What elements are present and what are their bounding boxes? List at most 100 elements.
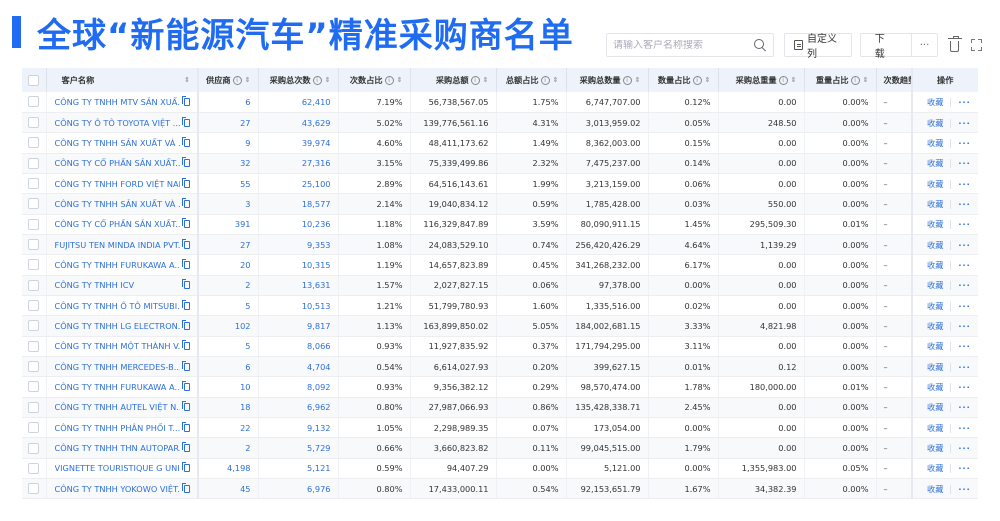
copy-icon[interactable]: [182, 177, 190, 188]
table-row[interactable]: CÔNG TY TNHH PHÂN PHỐI T... 22 9,132 1.05% 2…: [22, 417, 978, 439]
suppliers-cell[interactable]: 5: [198, 295, 259, 317]
total-times-cell[interactable]: 9,353: [258, 234, 339, 256]
more-actions-icon[interactable]: ···: [958, 219, 970, 229]
suppliers-cell[interactable]: 22: [198, 417, 259, 439]
row-checkbox[interactable]: [28, 361, 40, 373]
favorite-link[interactable]: 收藏: [927, 158, 943, 168]
favorite-link[interactable]: 收藏: [927, 199, 943, 209]
row-checkbox[interactable]: [28, 178, 40, 190]
customer-name-link[interactable]: CÔNG TY TNHH LG ELECTRON...: [55, 321, 181, 331]
total-times-cell[interactable]: 25,100: [258, 173, 339, 195]
more-actions-icon[interactable]: ···: [958, 443, 970, 453]
customer-name-link[interactable]: CÔNG TY TNHH SẢN XUẤT VÀ ...: [55, 199, 181, 209]
favorite-link[interactable]: 收藏: [927, 402, 943, 412]
sort-icon[interactable]: ⇕: [483, 77, 489, 84]
info-icon[interactable]: i: [778, 76, 788, 85]
column-header-weight-ratio[interactable]: 重量占比 i ⇕: [804, 68, 877, 92]
total-times-cell[interactable]: 62,410: [258, 92, 339, 113]
total-times-cell[interactable]: 10,236: [258, 214, 339, 235]
row-checkbox[interactable]: [28, 259, 40, 271]
table-row[interactable]: VIGNETTE TOURISTIQUE G UNI... 4,198 5,121 0…: [22, 458, 978, 480]
favorite-link[interactable]: 收藏: [927, 240, 943, 250]
copy-icon[interactable]: [182, 116, 190, 127]
column-header-suppliers[interactable]: 供应商 i ⇕: [198, 68, 259, 92]
table-row[interactable]: CÔNG TY TNHH Ô TÔ MITSUBI... 5 10,513 1.21%…: [22, 295, 978, 317]
total-times-cell[interactable]: 6,976: [258, 478, 339, 500]
select-all-checkbox[interactable]: [28, 74, 40, 86]
row-checkbox[interactable]: [28, 157, 40, 169]
custom-columns-button[interactable]: 自定义列: [783, 33, 852, 60]
more-actions-icon[interactable]: ···: [958, 463, 970, 473]
suppliers-cell[interactable]: 6: [198, 356, 259, 378]
more-actions-icon[interactable]: ···: [958, 402, 970, 412]
total-times-cell[interactable]: 6,962: [258, 397, 339, 419]
sort-icon[interactable]: ⇕: [553, 77, 559, 84]
copy-icon[interactable]: [182, 136, 190, 147]
column-header-total-times[interactable]: 采购总次数 i ⇕: [258, 68, 339, 92]
suppliers-cell[interactable]: 4,198: [198, 458, 259, 480]
table-row[interactable]: CÔNG TY TNHH MỘT THÀNH V... 5 8,066 0.93% 11…: [22, 336, 978, 357]
table-row[interactable]: CÔNG TY TNHH SẢN XUẤT VÀ ... 9 39,974 4.60%…: [22, 132, 978, 154]
table-row[interactable]: CÔNG TY TNHH MERCEDES-B... 6 4,704 0.54% 6,6…: [22, 356, 978, 378]
more-actions-icon[interactable]: ···: [958, 179, 970, 189]
customer-name-link[interactable]: CÔNG TY TNHH AUTEL VIỆT N...: [55, 402, 181, 412]
row-checkbox[interactable]: [28, 239, 40, 251]
more-actions-icon[interactable]: ···: [958, 484, 970, 494]
copy-icon[interactable]: [182, 319, 190, 330]
column-header-total-weight[interactable]: 采购总重量 i ⇕: [718, 68, 805, 92]
suppliers-cell[interactable]: 102: [198, 315, 259, 337]
sort-icon[interactable]: ⇕: [705, 77, 711, 84]
suppliers-cell[interactable]: 3: [198, 193, 259, 215]
favorite-link[interactable]: 收藏: [927, 138, 943, 148]
column-header-qty-ratio[interactable]: 数量占比 i ⇕: [648, 68, 719, 92]
total-times-cell[interactable]: 10,513: [258, 295, 339, 317]
sort-icon[interactable]: ⇕: [397, 77, 403, 84]
column-header-total-amount[interactable]: 采购总额 i ⇕: [410, 68, 497, 92]
row-checkbox[interactable]: [28, 320, 40, 332]
row-checkbox[interactable]: [28, 117, 40, 129]
favorite-link[interactable]: 收藏: [927, 97, 943, 107]
copy-icon[interactable]: [182, 197, 190, 208]
customer-name-link[interactable]: CÔNG TY CỔ PHẦN SẢN XUẤT...: [55, 219, 181, 229]
customer-name-link[interactable]: CÔNG TY TNHH MTV SẢN XUẤ...: [55, 97, 181, 107]
copy-icon[interactable]: [182, 401, 190, 412]
info-icon[interactable]: i: [384, 76, 394, 85]
row-checkbox[interactable]: [28, 96, 40, 108]
suppliers-cell[interactable]: 27: [198, 112, 259, 134]
favorite-link[interactable]: 收藏: [927, 301, 943, 311]
info-icon[interactable]: i: [232, 76, 242, 85]
total-times-cell[interactable]: 43,629: [258, 112, 339, 134]
suppliers-cell[interactable]: 32: [198, 153, 259, 174]
sort-icon[interactable]: ⇕: [245, 77, 251, 84]
row-checkbox[interactable]: [28, 340, 40, 352]
total-times-cell[interactable]: 8,092: [258, 376, 339, 398]
copy-icon[interactable]: [182, 279, 190, 290]
row-checkbox[interactable]: [28, 137, 40, 149]
copy-icon[interactable]: [182, 360, 190, 371]
row-checkbox[interactable]: [28, 198, 40, 210]
copy-icon[interactable]: [182, 238, 190, 249]
more-actions-icon[interactable]: ···: [958, 321, 970, 331]
table-row[interactable]: FUJITSU TEN MINDA INDIA PVT... 27 9,353 1.0…: [22, 234, 978, 256]
copy-icon[interactable]: [182, 95, 190, 106]
column-header-amount-ratio[interactable]: 总额占比 i ⇕: [496, 68, 567, 92]
table-row[interactable]: CÔNG TY TNHH LG ELECTRON... 102 9,817 1.13%…: [22, 315, 978, 337]
copy-icon[interactable]: [182, 482, 190, 493]
suppliers-cell[interactable]: 2: [198, 275, 259, 296]
table-row[interactable]: CÔNG TY TNHH YOKOWO VIỆT... 45 6,976 0.80% 1…: [22, 478, 978, 500]
suppliers-cell[interactable]: 18: [198, 397, 259, 419]
more-actions-icon[interactable]: ···: [958, 423, 970, 433]
more-actions-icon[interactable]: ···: [958, 199, 970, 209]
favorite-link[interactable]: 收藏: [927, 118, 943, 128]
total-times-cell[interactable]: 5,729: [258, 437, 339, 459]
table-row[interactable]: CÔNG TY TNHH AUTEL VIỆT N... 18 6,962 0.80%…: [22, 397, 978, 419]
favorite-link[interactable]: 收藏: [927, 321, 943, 331]
info-icon[interactable]: i: [622, 76, 632, 85]
row-checkbox[interactable]: [28, 279, 40, 291]
customer-name-link[interactable]: CÔNG TY TNHH MỘT THÀNH V...: [55, 341, 181, 351]
copy-icon[interactable]: [182, 442, 190, 453]
fullscreen-icon[interactable]: [971, 39, 982, 51]
favorite-link[interactable]: 收藏: [927, 179, 943, 189]
table-row[interactable]: CÔNG TY TNHH FURUKAWA A... 20 10,315 1.19% 1…: [22, 254, 978, 276]
total-times-cell[interactable]: 9,132: [258, 417, 339, 439]
